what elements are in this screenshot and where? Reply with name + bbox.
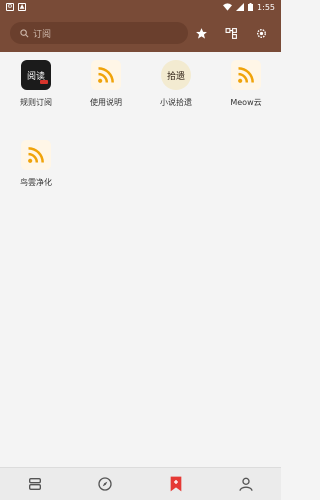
subscription-item[interactable]: 拾遗 小说拾遗 <box>144 60 208 108</box>
search-placeholder: 订阅 <box>33 29 52 40</box>
subscription-label: Meow云 <box>230 98 262 107</box>
nav-profile[interactable] <box>234 472 258 496</box>
group-icon <box>225 27 237 39</box>
star-button[interactable] <box>193 25 209 41</box>
nav-bookshelf[interactable] <box>23 472 47 496</box>
settings-button[interactable] <box>253 25 269 41</box>
subscription-item[interactable]: 鸟雲净化 <box>4 140 68 188</box>
subscription-item[interactable]: 使用说明 <box>74 60 138 108</box>
subscription-item[interactable]: 阅读 规则订阅 <box>4 60 68 108</box>
rule-book-icon: 阅读 <box>21 60 51 90</box>
search-bar[interactable]: 订阅 <box>10 22 188 44</box>
subscription-item[interactable]: Meow云 <box>214 60 278 108</box>
rss-icon <box>21 140 51 170</box>
search-icon <box>20 28 29 37</box>
subscription-label: 小说拾遗 <box>160 98 192 107</box>
settings-icon <box>256 28 266 38</box>
nav-discover[interactable] <box>93 472 117 496</box>
app-bar: 订阅 <box>0 14 281 52</box>
subscription-label: 使用说明 <box>90 98 122 107</box>
settings-icon: ⚙ <box>6 3 14 11</box>
rss-icon <box>231 60 261 90</box>
bookmark-icon <box>170 476 181 492</box>
status-bar: ⚙ ▲ 1:55 <box>0 0 281 14</box>
compass-icon <box>98 477 113 491</box>
novel-logo-icon: 拾遗 <box>161 60 191 90</box>
person-icon <box>239 477 253 491</box>
rss-icon <box>91 60 121 90</box>
group-button[interactable] <box>223 25 239 41</box>
battery-icon <box>248 3 254 11</box>
nav-subscription[interactable] <box>164 472 188 496</box>
notification-icon: ▲ <box>18 3 26 11</box>
bookshelf-icon <box>29 478 42 490</box>
status-time: 1:55 <box>257 2 275 12</box>
subscription-label: 鸟雲净化 <box>20 178 52 187</box>
signal-icon <box>236 3 245 11</box>
tile-text: 拾遗 <box>166 71 185 82</box>
star-icon <box>195 27 207 39</box>
bottom-navigation <box>0 467 281 500</box>
wifi-icon <box>223 3 233 11</box>
subscription-label: 规则订阅 <box>20 98 52 107</box>
